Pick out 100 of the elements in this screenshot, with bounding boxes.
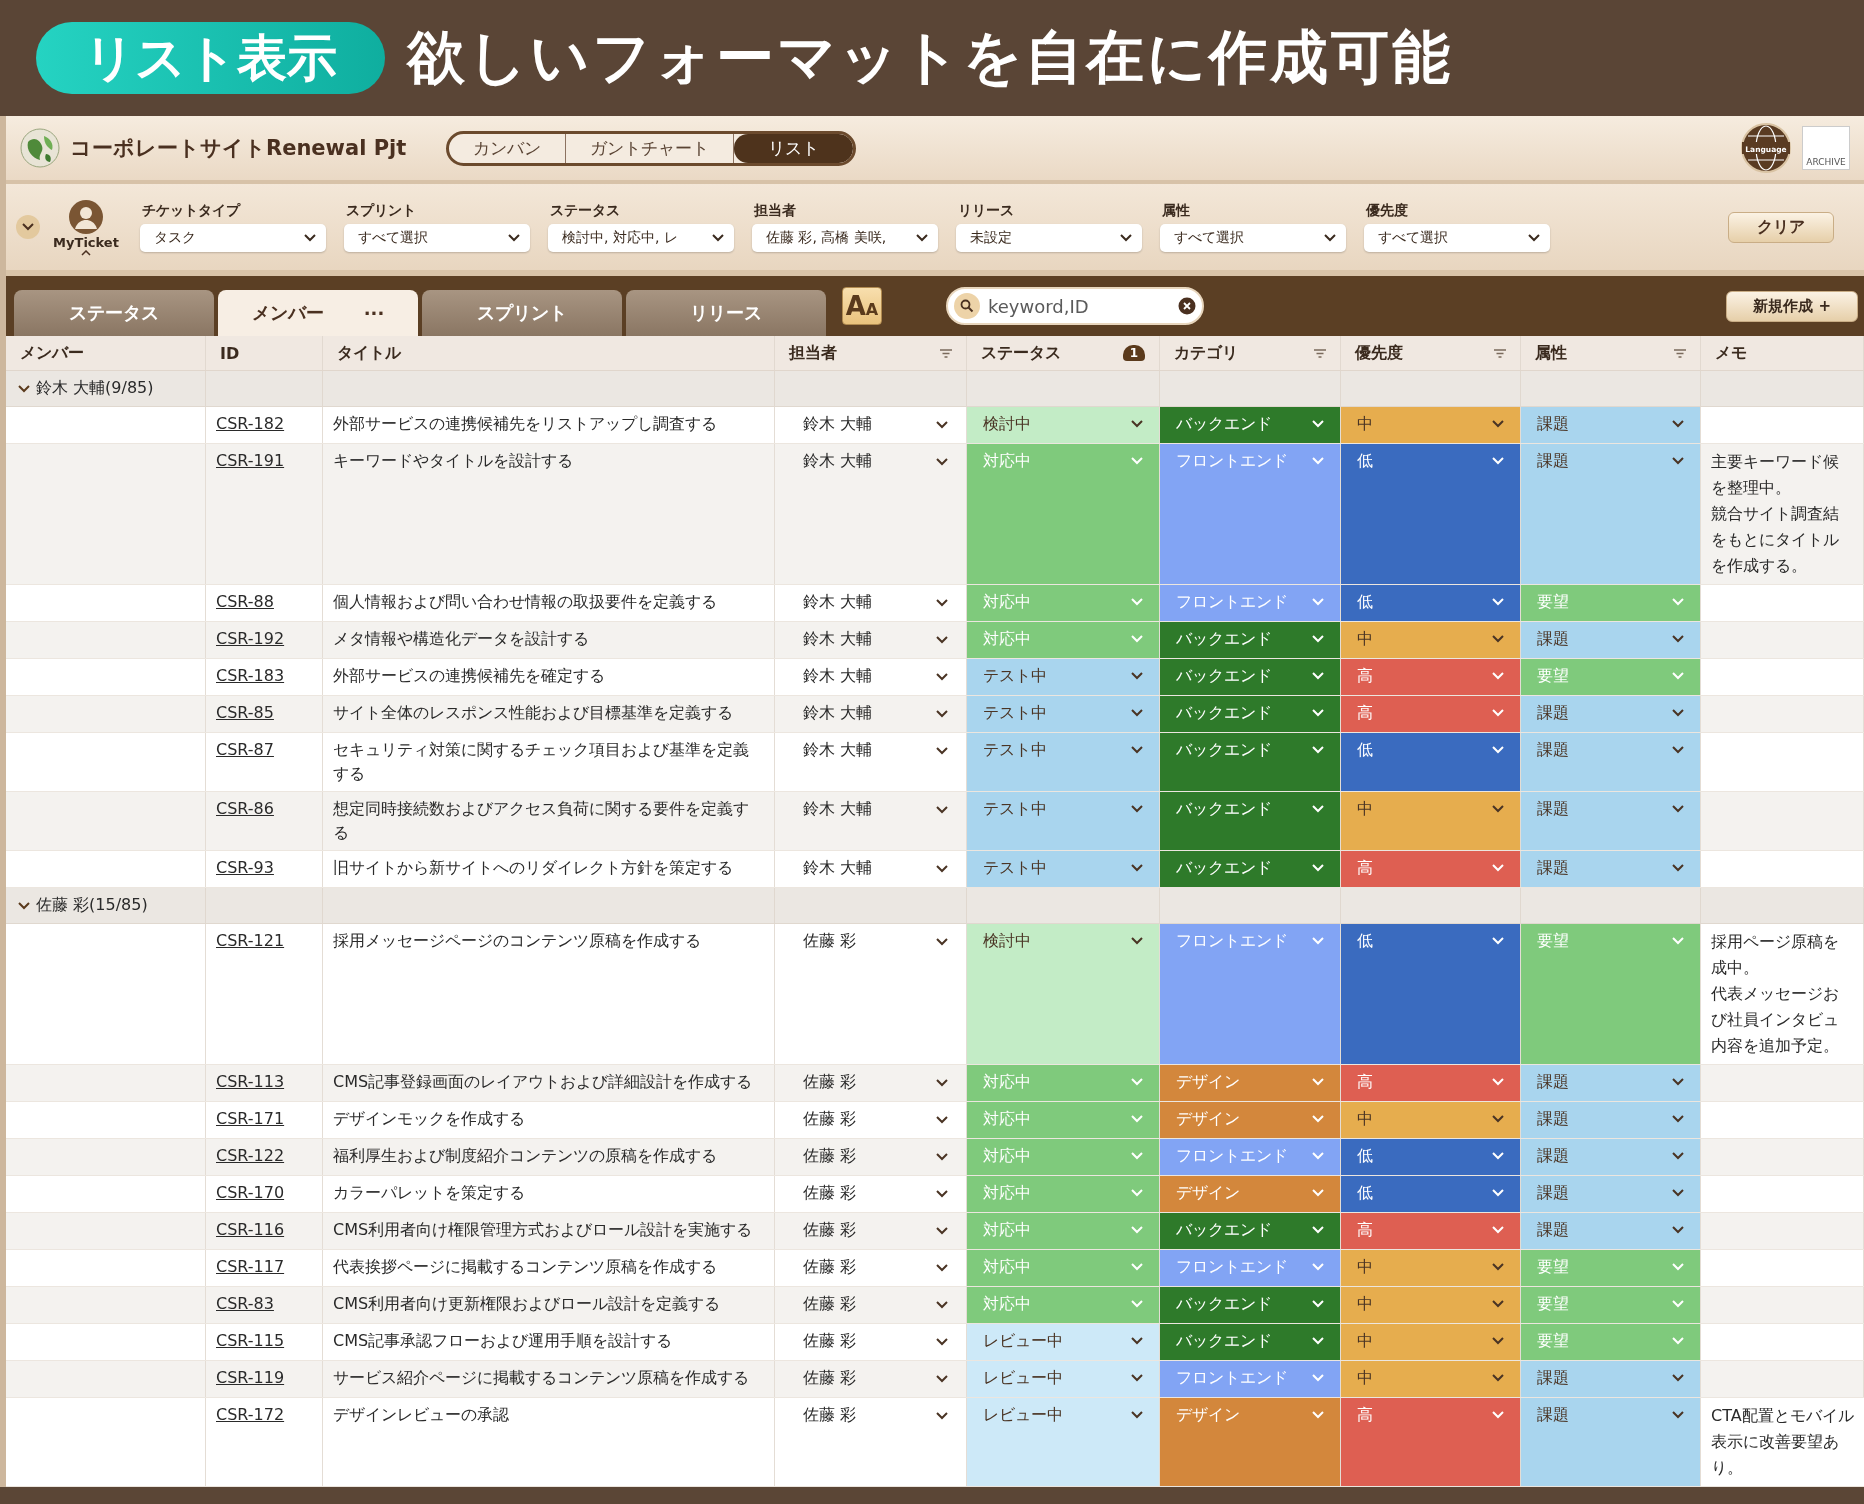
priority-dropdown[interactable]: 高 [1341,1398,1521,1486]
more-menu[interactable]: ··· [363,302,385,324]
priority-dropdown[interactable]: 低 [1341,585,1521,621]
priority-dropdown[interactable]: 中 [1341,792,1521,850]
attribute-dropdown[interactable]: 課題 [1521,696,1701,732]
category-dropdown[interactable]: バックエンド [1160,1213,1341,1249]
priority-dropdown[interactable]: 中 [1341,1102,1521,1138]
attribute-dropdown[interactable]: 課題 [1521,1102,1701,1138]
filter-icon[interactable] [940,348,952,358]
priority-dropdown[interactable]: 低 [1341,1139,1521,1175]
priority-dropdown[interactable]: 高 [1341,659,1521,695]
status-dropdown[interactable]: レビュー中 [967,1361,1160,1397]
filter-dropdown[interactable]: 検討中, 対応中, レ [548,224,734,252]
priority-dropdown[interactable]: 中 [1341,1361,1521,1397]
status-dropdown[interactable]: レビュー中 [967,1324,1160,1360]
ticket-id-link[interactable]: CSR-191 [216,451,285,470]
attribute-dropdown[interactable]: 課題 [1521,1139,1701,1175]
status-dropdown[interactable]: レビュー中 [967,1398,1160,1486]
ticket-id-link[interactable]: CSR-171 [216,1109,285,1128]
category-dropdown[interactable]: バックエンド [1160,1324,1341,1360]
view-tab[interactable]: リスト [734,133,854,163]
column-header[interactable]: 属性 [1535,342,1666,364]
ticket-id-link[interactable]: CSR-172 [216,1405,285,1424]
chevron-up-icon[interactable] [81,249,91,256]
ticket-id-link[interactable]: CSR-121 [216,931,285,950]
ticket-id-link[interactable]: CSR-119 [216,1368,285,1387]
status-dropdown[interactable]: テスト中 [967,696,1160,732]
category-dropdown[interactable]: バックエンド [1160,851,1341,887]
ticket-id-link[interactable]: CSR-115 [216,1331,285,1350]
attribute-dropdown[interactable]: 課題 [1521,1398,1701,1486]
filter-icon[interactable] [1674,348,1686,358]
priority-dropdown[interactable]: 中 [1341,1287,1521,1323]
column-header[interactable]: ステータス [981,342,1115,364]
ticket-id-link[interactable]: CSR-182 [216,414,285,433]
column-header[interactable]: ID [220,343,308,363]
new-ticket-button[interactable]: 新規作成 + [1726,290,1858,322]
filter-dropdown[interactable]: 未設定 [956,224,1142,252]
ticket-id-link[interactable]: CSR-122 [216,1146,285,1165]
clear-icon[interactable] [1178,297,1196,315]
ticket-id-link[interactable]: CSR-183 [216,666,285,685]
attribute-dropdown[interactable]: 課題 [1521,1361,1701,1397]
filter-icon[interactable] [1314,348,1326,358]
archive-icon[interactable]: ARCHIVE [1802,126,1850,170]
ticket-id-link[interactable]: CSR-86 [216,799,274,818]
priority-dropdown[interactable]: 低 [1341,733,1521,791]
status-dropdown[interactable]: テスト中 [967,792,1160,850]
status-dropdown[interactable]: 検討中 [967,924,1160,1064]
search-field[interactable]: keyword,ID [946,287,1204,325]
attribute-dropdown[interactable]: 課題 [1521,1213,1701,1249]
column-header[interactable]: メモ [1715,342,1849,364]
category-dropdown[interactable]: バックエンド [1160,659,1341,695]
priority-dropdown[interactable]: 低 [1341,1176,1521,1212]
avatar-icon[interactable] [68,198,104,235]
ticket-id-link[interactable]: CSR-85 [216,703,274,722]
group-tab[interactable]: スプリント [422,290,622,336]
attribute-dropdown[interactable]: 課題 [1521,622,1701,658]
view-tab[interactable]: ガントチャート [566,133,735,163]
filter-dropdown[interactable]: すべて選択 [1364,224,1550,252]
group-tab[interactable]: リリース [626,290,826,336]
group-tab[interactable]: ステータス [14,290,214,336]
priority-dropdown[interactable]: 低 [1341,444,1521,584]
font-size-button[interactable]: AA [842,287,882,325]
priority-dropdown[interactable]: 高 [1341,1213,1521,1249]
filter-dropdown[interactable]: タスク [140,224,326,252]
column-header[interactable]: タイトル [337,342,760,364]
filter-dropdown[interactable]: すべて選択 [344,224,530,252]
category-dropdown[interactable]: バックエンド [1160,622,1341,658]
column-header[interactable]: 担当者 [789,342,932,364]
attribute-dropdown[interactable]: 課題 [1521,1176,1701,1212]
category-dropdown[interactable]: バックエンド [1160,792,1341,850]
attribute-dropdown[interactable]: 課題 [1521,851,1701,887]
view-tab[interactable]: カンバン [449,133,567,163]
ticket-id-link[interactable]: CSR-113 [216,1072,285,1091]
attribute-dropdown[interactable]: 課題 [1521,792,1701,850]
priority-dropdown[interactable]: 中 [1341,1250,1521,1286]
column-header[interactable]: 優先度 [1355,342,1486,364]
attribute-dropdown[interactable]: 課題 [1521,1065,1701,1101]
status-dropdown[interactable]: テスト中 [967,851,1160,887]
priority-dropdown[interactable]: 中 [1341,407,1521,443]
ticket-id-link[interactable]: CSR-87 [216,740,274,759]
ticket-id-link[interactable]: CSR-117 [216,1257,285,1276]
attribute-dropdown[interactable]: 課題 [1521,733,1701,791]
category-dropdown[interactable]: バックエンド [1160,733,1341,791]
ticket-id-link[interactable]: CSR-116 [216,1220,285,1239]
group-toggle[interactable] [18,901,30,910]
ticket-id-link[interactable]: CSR-83 [216,1294,274,1313]
category-dropdown[interactable]: バックエンド [1160,1287,1341,1323]
ticket-id-link[interactable]: CSR-88 [216,592,274,611]
collapse-button[interactable] [16,215,40,239]
filter-dropdown[interactable]: 佐藤 彩, 高橋 美咲, [752,224,938,252]
status-dropdown[interactable]: テスト中 [967,659,1160,695]
priority-dropdown[interactable]: 高 [1341,696,1521,732]
ticket-id-link[interactable]: CSR-170 [216,1183,285,1202]
attribute-dropdown[interactable]: 課題 [1521,407,1701,443]
priority-dropdown[interactable]: 中 [1341,1324,1521,1360]
status-dropdown[interactable]: 検討中 [967,407,1160,443]
priority-dropdown[interactable]: 高 [1341,1065,1521,1101]
priority-dropdown[interactable]: 低 [1341,924,1521,1064]
clear-button[interactable]: クリア [1728,211,1834,243]
column-header[interactable]: メンバー [20,342,191,364]
